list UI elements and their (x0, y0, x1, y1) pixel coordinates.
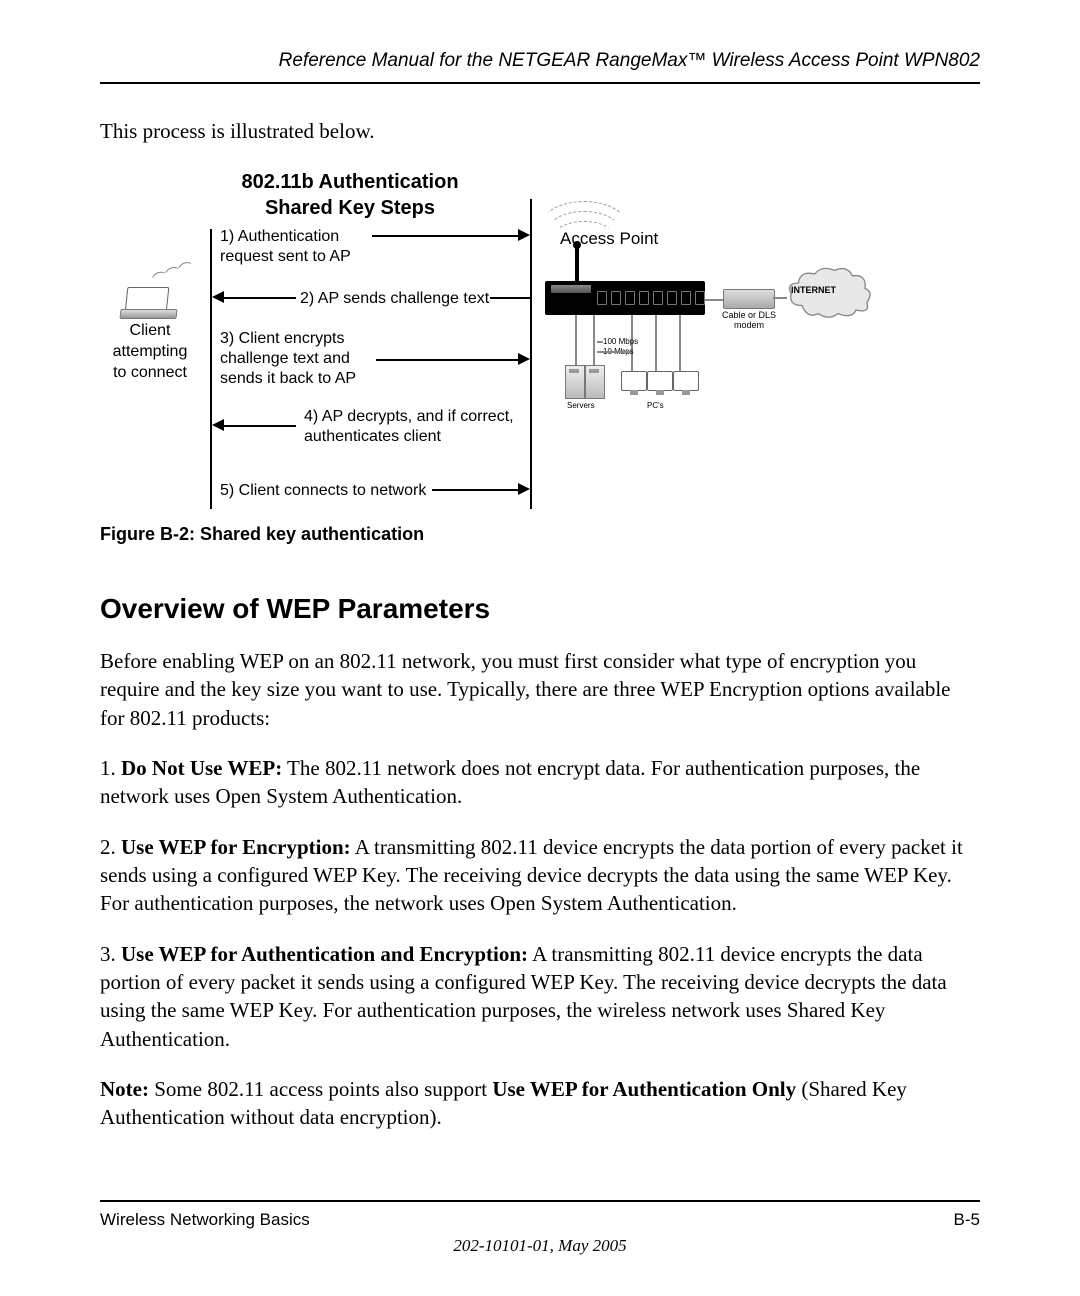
page-footer: Wireless Networking Basics B-5 202-10101… (100, 1170, 980, 1256)
diagram-title-line2: Shared Key Steps (265, 197, 435, 219)
server-icon (585, 365, 605, 399)
diagram-title: 802.11b Authentication Shared Key Steps (220, 169, 480, 221)
pc-icon (673, 371, 699, 391)
internet-label: INTERNET (791, 285, 836, 295)
intro-text: This process is illustrated below. (100, 119, 980, 144)
figure-caption: Figure B-2: Shared key authentication (100, 524, 980, 545)
arrow-head-step3 (518, 353, 530, 365)
servers-label: Servers (567, 401, 595, 410)
footer-right: B-5 (954, 1210, 980, 1230)
step1-line1: 1) Authentication (220, 228, 339, 245)
doc-id: 202-10101-01, May 2005 (100, 1236, 980, 1256)
step3-line1: 3) Client encrypts (220, 330, 345, 347)
speed-100: 100 Mbps (603, 337, 638, 346)
section-heading: Overview of WEP Parameters (100, 593, 980, 625)
step-5: 5) Client connects to network (220, 481, 426, 501)
client-line3: to connect (113, 364, 187, 381)
timeline-left (210, 229, 212, 509)
pc-icon (647, 371, 673, 391)
para-1: Before enabling WEP on an 802.11 network… (100, 647, 980, 732)
opt3-bold: Use WEP for Authentication and Encryptio… (121, 942, 528, 966)
modem-icon (723, 289, 775, 309)
footer-left: Wireless Networking Basics (100, 1210, 310, 1230)
laptop-icon: ⌒⌒⌒ (120, 279, 180, 317)
step3-line2: challenge text and (220, 350, 350, 367)
arrow-step2b (490, 297, 530, 299)
arrow-head-step2 (212, 291, 224, 303)
arrow-head-step1 (518, 229, 530, 241)
client-line2: attempting (113, 343, 188, 360)
modem-label: Cable or DLS modem (717, 311, 781, 331)
antenna-icon (575, 245, 579, 283)
option-1: 1. Do Not Use WEP: The 802.11 network do… (100, 754, 980, 811)
opt1-bold: Do Not Use WEP: (121, 756, 282, 780)
note-para: Note: Some 802.11 access points also sup… (100, 1075, 980, 1132)
client-label: ⌒⌒⌒ Client attempting to connect (100, 279, 200, 383)
step-3: 3) Client encrypts challenge text and se… (220, 329, 356, 389)
document-page: Reference Manual for the NETGEAR RangeMa… (0, 0, 1080, 1296)
step-2: 2) AP sends challenge text (300, 289, 489, 309)
step1-line2: request sent to AP (220, 248, 351, 265)
page-header: Reference Manual for the NETGEAR RangeMa… (100, 50, 980, 84)
arrow-step5 (432, 489, 518, 491)
opt2-bold: Use WEP for Encryption: (121, 835, 351, 859)
client-line1: Client (130, 322, 171, 339)
note-bold: Note: (100, 1077, 149, 1101)
note-bold2: Use WEP for Authentication Only (492, 1077, 796, 1101)
step-1: 1) Authentication request sent to AP (220, 227, 351, 267)
network-diagram: Cable or DLS modem INTERNET 100 Mbps 10 … (535, 189, 875, 419)
arrow-step1 (372, 235, 518, 237)
step4-line2: authenticates client (304, 428, 441, 445)
step3-line3: sends it back to AP (220, 370, 356, 387)
timeline-right (530, 199, 532, 509)
arrow-step2 (224, 297, 296, 299)
pc-icon (621, 371, 647, 391)
diagram-title-line1: 802.11b Authentication (241, 171, 458, 193)
arrow-step4 (224, 425, 296, 427)
option-3: 3. Use WEP for Authentication and Encryp… (100, 940, 980, 1053)
pcs-label: PC's (647, 401, 664, 410)
server-icon (565, 365, 585, 399)
access-point-icon (545, 281, 705, 315)
step-4: 4) AP decrypts, and if correct, authenti… (304, 407, 514, 447)
note-text1: Some 802.11 access points also support (149, 1077, 492, 1101)
auth-diagram: 802.11b Authentication Shared Key Steps … (100, 169, 880, 519)
step4-line1: 4) AP decrypts, and if correct, (304, 408, 514, 425)
arrow-head-step5 (518, 483, 530, 495)
figure-wrap: 802.11b Authentication Shared Key Steps … (100, 169, 980, 545)
option-2: 2. Use WEP for Encryption: A transmittin… (100, 833, 980, 918)
arrow-step3 (376, 359, 518, 361)
arrow-head-step4 (212, 419, 224, 431)
